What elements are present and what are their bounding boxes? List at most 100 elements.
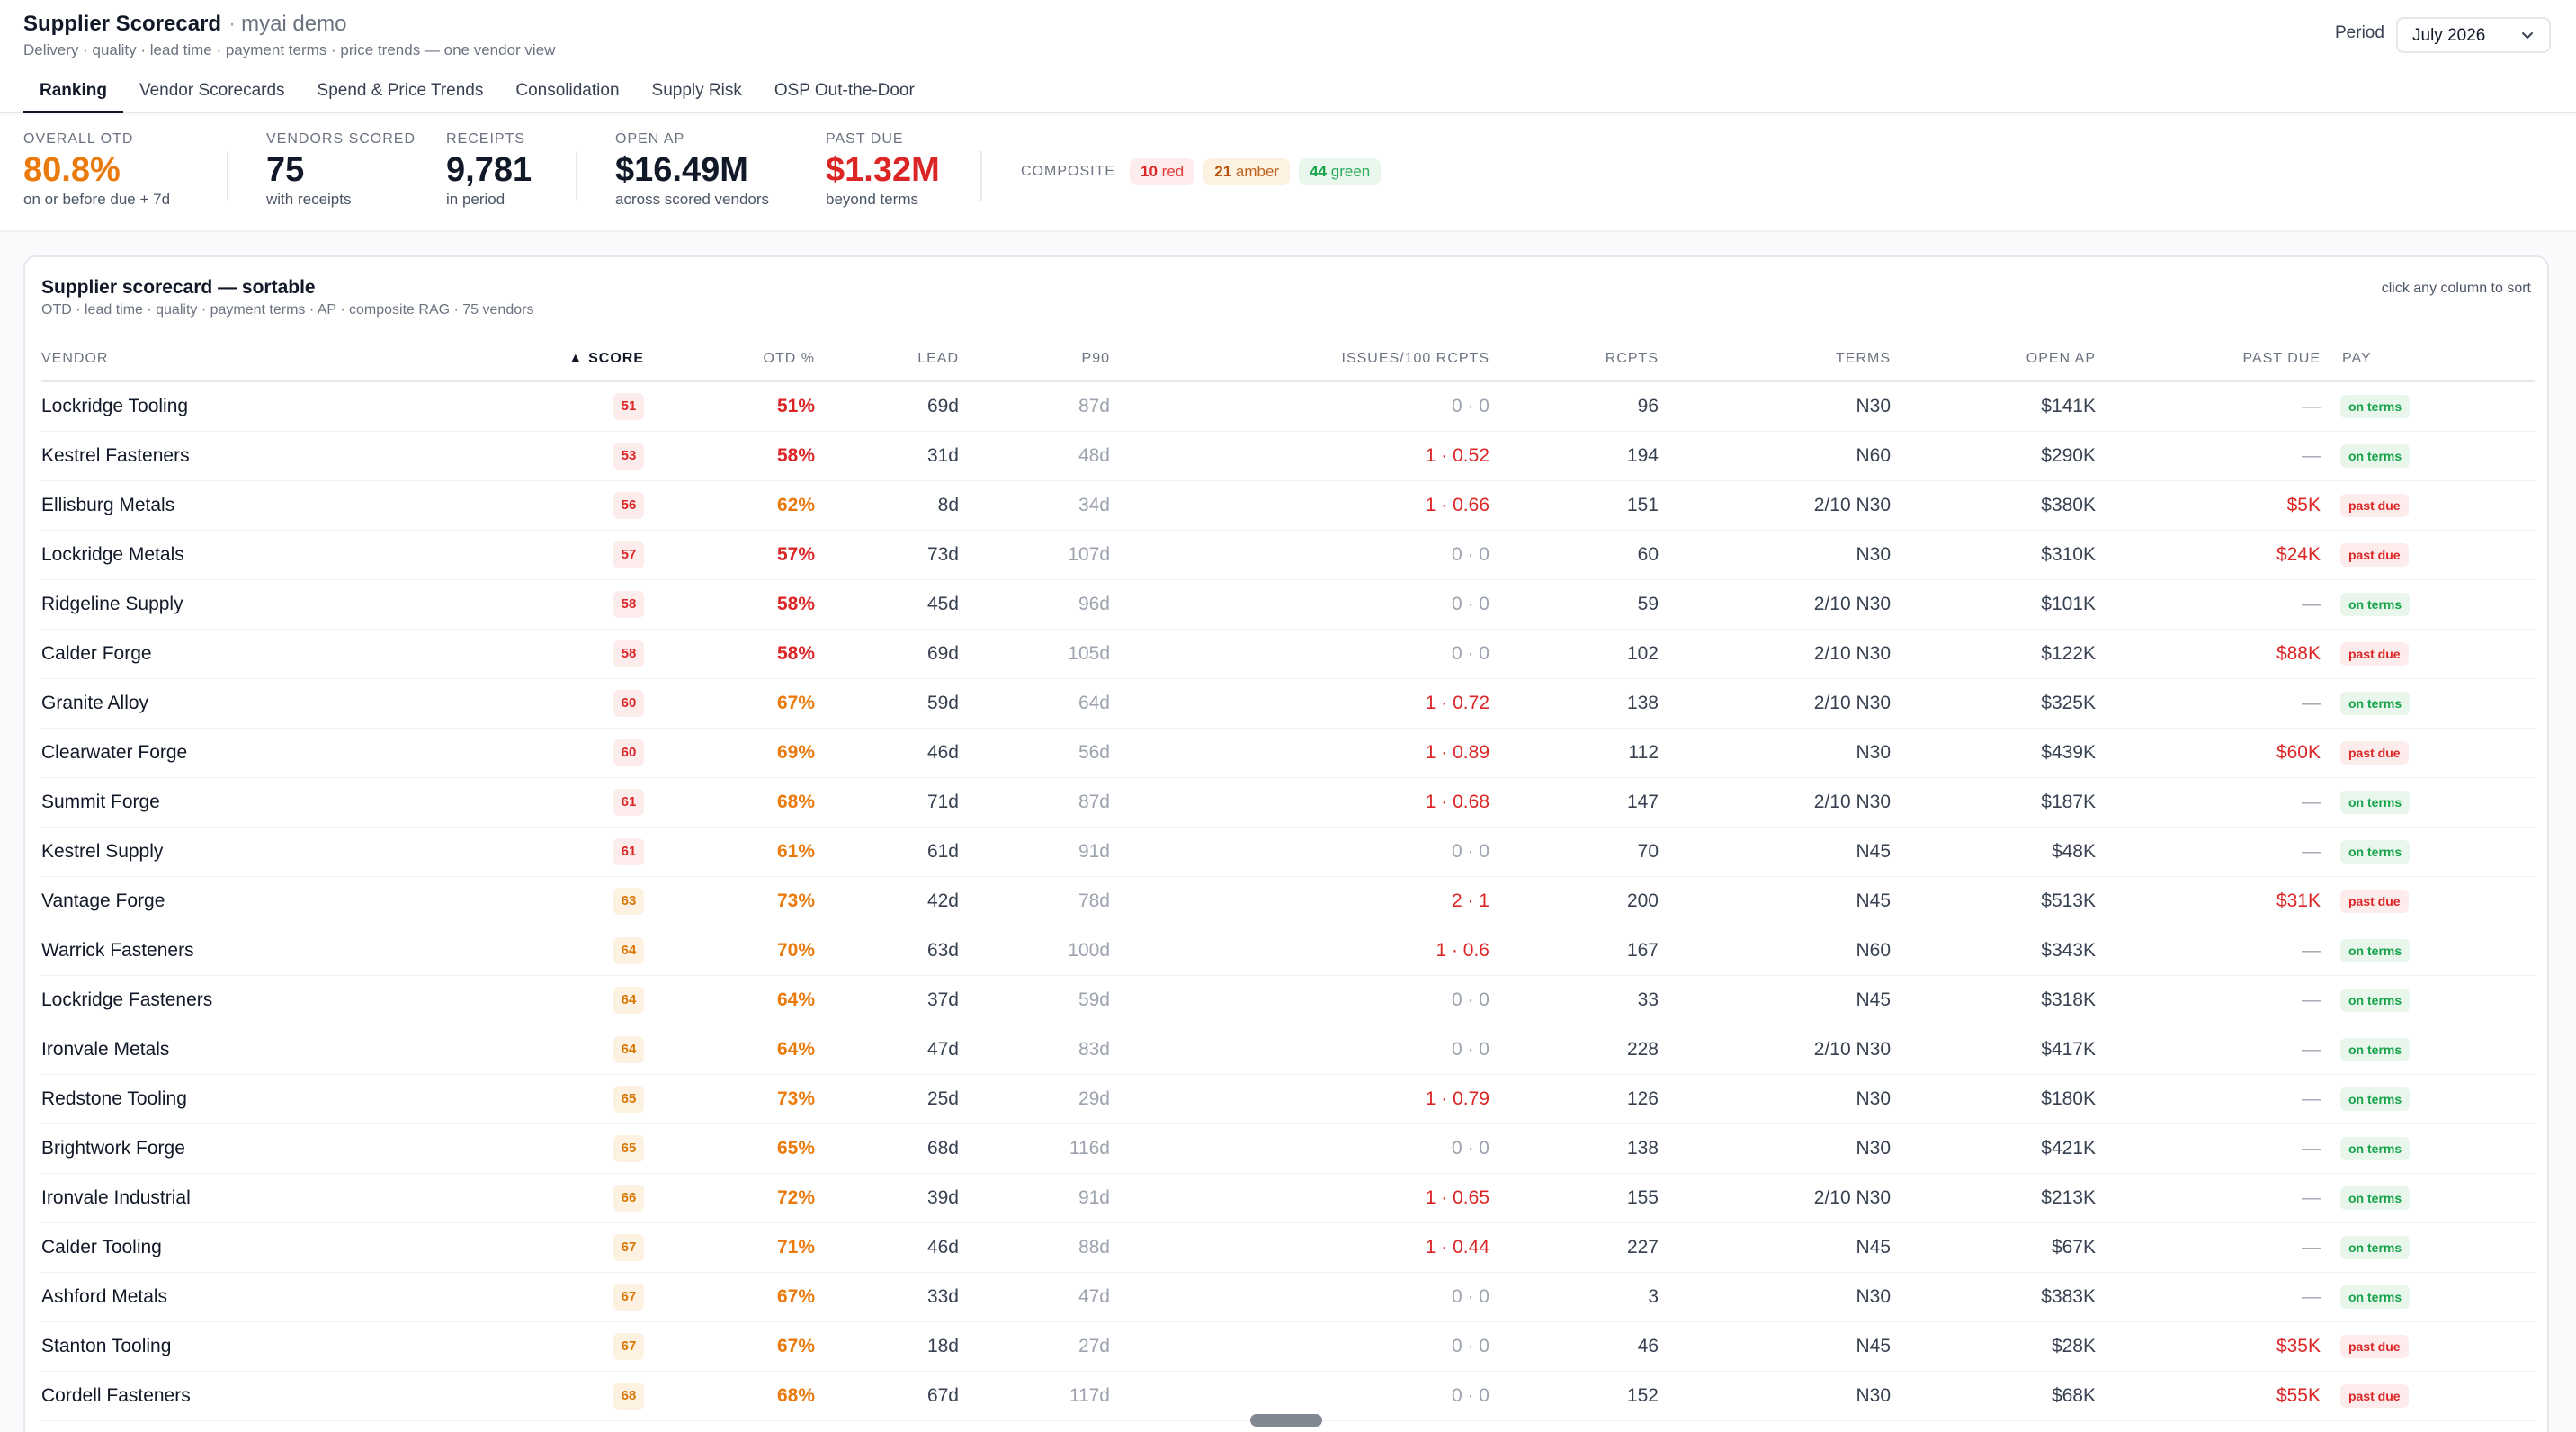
issues-per-100: 0 · 0 <box>1110 579 1489 630</box>
tab-supply-risk[interactable]: Supply Risk <box>636 77 758 113</box>
vendor-name[interactable]: Vantage Forge <box>41 876 563 926</box>
pay-status-cell: past due <box>2321 876 2535 926</box>
vendor-name[interactable]: Warrick Fasteners <box>41 926 563 976</box>
payment-terms: N30 <box>1659 530 1891 580</box>
vendor-name[interactable]: Granite Alloy <box>41 678 563 729</box>
vendor-name[interactable]: Clearwater Forge <box>41 728 563 778</box>
otd-value: 64% <box>776 989 815 1010</box>
vendor-name[interactable]: Cordell Fasteners <box>41 1371 563 1421</box>
table-row[interactable]: Summit Forge 61 68% 71d 87d 1 · 0.68 147 2/10 N… <box>41 777 2535 828</box>
tab-vendor-scorecards[interactable]: Vendor Scorecards <box>123 77 301 113</box>
otd-cell: 68% <box>644 1371 815 1421</box>
table-row[interactable]: Stanton Tooling 67 67% 18d 27d 0 · 0 46 N45 $28K… <box>41 1321 2535 1372</box>
table-row[interactable]: Lockridge Tooling 51 51% 69d 87d 0 · 0 96 N30 $1… <box>41 381 2535 432</box>
pay-status-badge: on terms <box>2340 1037 2411 1061</box>
vendor-name[interactable]: Stanton Tooling <box>41 1321 563 1372</box>
tab-consolidation[interactable]: Consolidation <box>499 77 635 113</box>
column-header-terms[interactable]: Terms <box>1659 336 1891 382</box>
scorecard-card: Supplier scorecard — sortable OTD · lead… <box>23 255 2549 1432</box>
pay-status-cell: past due <box>2321 530 2535 580</box>
issues-per-100: 2 · 1 <box>1110 876 1489 926</box>
green-count: 44 <box>1310 163 1328 180</box>
lead-time: 59d <box>815 678 959 729</box>
column-header-score[interactable]: ▲ Score <box>563 336 644 382</box>
vendor-name[interactable]: Brightwork Forge <box>41 1123 563 1174</box>
pay-status-cell: on terms <box>2321 431 2535 481</box>
column-header-past-due[interactable]: Past Due <box>2096 336 2321 382</box>
pay-status-badge: on terms <box>2340 988 2411 1012</box>
open-ap-amount: $141K <box>1891 381 2096 432</box>
score-badge: 53 <box>613 442 644 470</box>
table-row[interactable]: Warrick Fasteners 64 70% 63d 100d 1 · 0.6 167 N… <box>41 926 2535 976</box>
vendor-name[interactable]: Lockridge Tooling <box>41 381 563 432</box>
otd-value: 58% <box>776 444 815 466</box>
kpi-receipts: Receipts 9,781 in period <box>446 131 532 209</box>
amber-count: 21 <box>1214 163 1232 180</box>
table-row[interactable]: Calder Forge 58 58% 69d 105d 0 · 0 102 2/10 N30… <box>41 629 2535 679</box>
table-row[interactable]: Ironvale Metals 64 64% 47d 83d 0 · 0 228 2/10 N… <box>41 1025 2535 1075</box>
payment-terms: N30 <box>1659 1074 1891 1124</box>
otd-value: 57% <box>776 543 815 565</box>
vendor-name[interactable]: Kestrel Fasteners <box>41 431 563 481</box>
table-row[interactable]: Ridgeline Supply 58 58% 45d 96d 0 · 0 59 2/10 N… <box>41 579 2535 630</box>
composite-label: COMPOSITE <box>1021 164 1116 179</box>
tab-ranking[interactable]: Ranking <box>23 77 123 113</box>
vendor-name[interactable]: Summit Forge <box>41 777 563 828</box>
column-header-lead[interactable]: Lead <box>815 336 959 382</box>
vendor-name[interactable]: Ridgeline Supply <box>41 579 563 630</box>
table-row[interactable]: Brightwork Forge 65 65% 68d 116d 0 · 0 138 N30 $… <box>41 1123 2535 1174</box>
issues-per-100: 1 · 0.79 <box>1110 1074 1489 1124</box>
column-header-p90[interactable]: P90 <box>959 336 1110 382</box>
vendor-name[interactable]: Calder Tooling <box>41 1222 563 1273</box>
past-due-amount: — <box>2096 431 2321 481</box>
column-header-issues[interactable]: Issues/100 Rcpts <box>1110 336 1489 382</box>
open-ap-amount: $213K <box>1891 1173 2096 1223</box>
kpi-sub: in period <box>446 191 505 208</box>
table-row[interactable]: Ellisburg Metals 56 62% 8d 34d 1 · 0.66 151 2/1… <box>41 480 2535 531</box>
table-row[interactable]: Calder Tooling 67 71% 46d 88d 1 · 0.44 227 N45 $… <box>41 1222 2535 1273</box>
tab-osp-out-the-door[interactable]: OSP Out-the-Door <box>758 77 931 113</box>
p90-lead-time: 91d <box>959 827 1110 877</box>
score-cell: 53 <box>563 431 644 481</box>
pay-status-cell: on terms <box>2321 1272 2535 1322</box>
pay-status-cell: on terms <box>2321 926 2535 976</box>
vendor-name[interactable]: Calder Forge <box>41 629 563 679</box>
table-row[interactable]: Kestrel Supply 61 61% 61d 91d 0 · 0 70 N45 $48K —… <box>41 827 2535 877</box>
table-row[interactable]: Clearwater Forge 60 69% 46d 56d 1 · 0.89 112 N3… <box>41 728 2535 778</box>
vendor-name[interactable]: Redstone Tooling <box>41 1074 563 1124</box>
otd-cell: 58% <box>644 629 815 679</box>
column-header-otd[interactable]: OTD % <box>644 336 815 382</box>
table-row[interactable]: Ashford Metals 67 67% 33d 47d 0 · 0 3 N30 $383K —… <box>41 1272 2535 1322</box>
table-row[interactable]: Lockridge Fasteners 64 64% 37d 59d 0 · 0 33 N45… <box>41 975 2535 1025</box>
table-row[interactable]: Granite Alloy 60 67% 59d 64d 1 · 0.72 138 2/10 … <box>41 678 2535 729</box>
otd-value: 65% <box>776 1137 815 1159</box>
column-header-rcpts[interactable]: Rcpts <box>1489 336 1659 382</box>
receipts-count: 151 <box>1489 480 1659 531</box>
table-row[interactable]: Ironvale Industrial 66 72% 39d 91d 1 · 0.65 15… <box>41 1173 2535 1223</box>
table-row[interactable]: Cordell Fasteners 68 68% 67d 117d 0 · 0 152 N30… <box>41 1371 2535 1421</box>
table-row[interactable]: Lockridge Metals 57 57% 73d 107d 0 · 0 60 N30 $3… <box>41 530 2535 580</box>
vendor-name[interactable]: Kestrel Supply <box>41 827 563 877</box>
issues-per-100: 0 · 0 <box>1110 1321 1489 1372</box>
vendor-name[interactable]: Ironvale Industrial <box>41 1173 563 1223</box>
vendor-name[interactable]: Lockridge Metals <box>41 530 563 580</box>
column-header-vendor[interactable]: Vendor <box>41 336 563 382</box>
table-row[interactable]: Redstone Tooling 65 73% 25d 29d 1 · 0.79 126 N3… <box>41 1074 2535 1124</box>
table-row[interactable]: Kestrel Fasteners 53 58% 31d 48d 1 · 0.52 194 N… <box>41 431 2535 481</box>
vendor-name[interactable]: Lockridge Fasteners <box>41 975 563 1025</box>
vendor-name[interactable]: Ironvale Metals <box>41 1025 563 1075</box>
payment-terms: 2/10 N30 <box>1659 629 1891 679</box>
pay-status-cell: past due <box>2321 629 2535 679</box>
score-badge: 68 <box>613 1382 644 1410</box>
p90-lead-time: 87d <box>959 381 1110 432</box>
vendor-name[interactable]: Ashford Metals <box>41 1272 563 1322</box>
tab-spend-price-trends[interactable]: Spend & Price Trends <box>301 77 500 113</box>
column-header-open-ap[interactable]: Open AP <box>1891 336 2096 382</box>
scrollbar-thumb[interactable] <box>1250 1414 1322 1427</box>
issues-per-100: 1 · 0.66 <box>1110 480 1489 531</box>
vendor-name[interactable]: Ellisburg Metals <box>41 480 563 531</box>
lead-time: 69d <box>815 629 959 679</box>
column-header-pay[interactable]: Pay <box>2321 336 2535 382</box>
table-row[interactable]: Vantage Forge 63 73% 42d 78d 2 · 1 200 N45 $513K… <box>41 876 2535 926</box>
period-select[interactable]: July 2026 <box>2396 17 2551 53</box>
